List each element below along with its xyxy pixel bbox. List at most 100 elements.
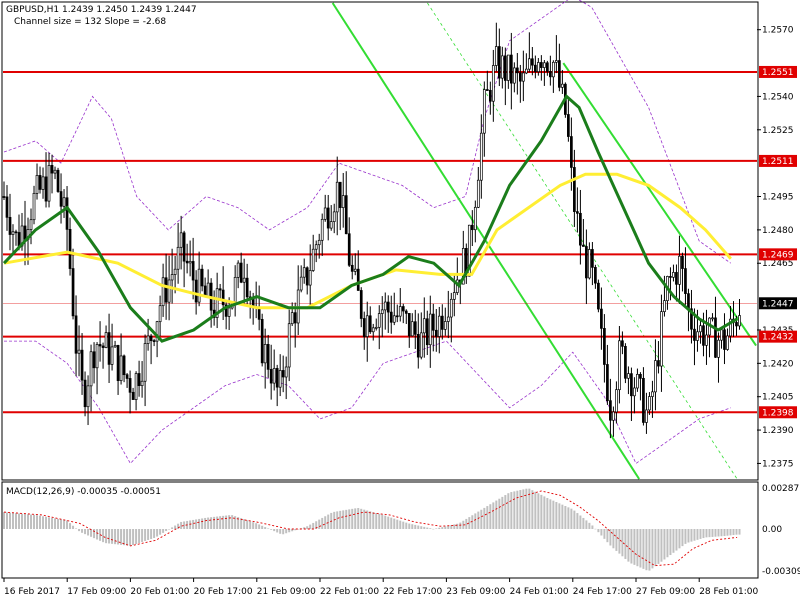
macd-histogram-bar bbox=[657, 529, 660, 564]
macd-histogram-bar bbox=[414, 524, 417, 529]
candle-body bbox=[678, 255, 681, 285]
macd-histogram-bar bbox=[96, 529, 99, 540]
macd-histogram-bar bbox=[63, 520, 66, 529]
macd-histogram-bar bbox=[177, 523, 180, 529]
macd-histogram-bar bbox=[111, 529, 114, 544]
candle-body bbox=[95, 344, 99, 369]
candle-body bbox=[110, 346, 114, 365]
candle-body bbox=[524, 68, 528, 74]
macd-histogram-bar bbox=[309, 524, 312, 529]
candle-body bbox=[233, 276, 237, 303]
macd-histogram-bar bbox=[630, 529, 633, 564]
candle-body bbox=[182, 232, 186, 262]
candle-body bbox=[582, 244, 585, 247]
macd-histogram-bar bbox=[66, 520, 69, 529]
macd-histogram-bar bbox=[312, 522, 315, 529]
candle-body bbox=[714, 317, 717, 358]
macd-histogram-bar bbox=[72, 525, 75, 529]
macd-histogram-bar bbox=[204, 517, 207, 529]
macd-histogram-bar bbox=[588, 522, 591, 529]
candle-body bbox=[176, 246, 180, 270]
candle-body bbox=[440, 315, 444, 330]
candle-body bbox=[368, 315, 372, 333]
macd-histogram-bar bbox=[624, 529, 627, 559]
macd-histogram-bar bbox=[51, 517, 54, 529]
candle-body bbox=[546, 62, 549, 72]
macd-histogram-bar bbox=[474, 513, 477, 529]
candle-body bbox=[711, 317, 714, 320]
macd-histogram-bar bbox=[465, 518, 468, 529]
candle-body bbox=[699, 325, 702, 333]
macd-histogram-bar bbox=[735, 529, 738, 535]
candle-body bbox=[338, 181, 342, 208]
candle-body bbox=[167, 279, 171, 303]
macd-histogram-bar bbox=[453, 524, 456, 529]
macd-histogram-bar bbox=[609, 529, 612, 546]
macd-histogram-bar bbox=[480, 509, 483, 529]
candle-body bbox=[335, 181, 339, 213]
candle-body bbox=[218, 288, 222, 291]
macd-histogram-bar bbox=[702, 529, 705, 539]
macd-histogram-bar bbox=[648, 529, 651, 571]
candle-body bbox=[485, 89, 489, 91]
macd-histogram-bar bbox=[438, 527, 441, 529]
level-label-1.2551: 1.2551 bbox=[762, 68, 794, 78]
macd-histogram-bar bbox=[534, 491, 537, 529]
macd-histogram-bar bbox=[375, 513, 378, 529]
macd-histogram-bar bbox=[522, 489, 525, 529]
macd-histogram-bar bbox=[552, 500, 555, 529]
macd-histogram-bar bbox=[477, 511, 480, 529]
macd-histogram-bar bbox=[93, 529, 96, 539]
macd-histogram-bar bbox=[327, 514, 330, 529]
macd-histogram-bar bbox=[543, 496, 546, 529]
candle-body bbox=[473, 206, 477, 231]
macd-histogram-bar bbox=[144, 529, 147, 541]
macd-histogram-bar bbox=[660, 529, 663, 562]
candle-body bbox=[618, 340, 621, 391]
macd-histogram-bar bbox=[441, 527, 444, 529]
macd-histogram-bar bbox=[708, 529, 711, 538]
macd-histogram-bar bbox=[288, 529, 291, 533]
macd-histogram-bar bbox=[537, 493, 540, 529]
macd-histogram-bar bbox=[510, 492, 513, 529]
macd-histogram-bar bbox=[549, 499, 552, 529]
candle-body bbox=[53, 169, 57, 174]
y-tick-label: 1.2375 bbox=[762, 459, 794, 469]
candle-body bbox=[170, 274, 174, 281]
y-tick-label: 1.2405 bbox=[762, 393, 794, 403]
candle-body bbox=[612, 411, 615, 421]
macd-histogram-bar bbox=[159, 529, 162, 535]
macd-histogram-bar bbox=[432, 528, 435, 530]
candle-body bbox=[488, 89, 492, 102]
candle-body bbox=[434, 329, 438, 337]
price-chart[interactable]: 1.25701.25401.25251.24951.24801.24651.24… bbox=[0, 0, 800, 600]
candle-body bbox=[83, 379, 87, 408]
macd-histogram-bar bbox=[372, 512, 375, 529]
candle-body bbox=[29, 219, 33, 230]
candle-body bbox=[636, 374, 639, 389]
candle-body bbox=[573, 167, 576, 212]
candle-body bbox=[260, 318, 264, 364]
candle-body bbox=[416, 334, 420, 358]
candle-body bbox=[645, 409, 648, 423]
macd-histogram-bar bbox=[639, 529, 642, 568]
macd-histogram-bar bbox=[636, 529, 639, 567]
candle-body bbox=[128, 378, 132, 393]
macd-histogram-bar bbox=[732, 529, 735, 536]
candle-body bbox=[476, 179, 480, 208]
candle-body bbox=[570, 136, 573, 168]
candle-body bbox=[386, 301, 390, 313]
macd-histogram-bar bbox=[369, 511, 372, 529]
candle-body bbox=[687, 293, 690, 310]
macd-histogram-bar bbox=[597, 529, 600, 533]
candle-body bbox=[23, 225, 27, 240]
candle-body bbox=[293, 312, 297, 324]
x-tick-label: 16 Feb 2017 bbox=[4, 587, 60, 597]
macd-histogram-bar bbox=[561, 504, 564, 529]
candle-body bbox=[537, 62, 540, 73]
x-tick-label: 27 Feb 09:00 bbox=[636, 587, 695, 597]
candle-body bbox=[624, 345, 627, 379]
macd-histogram-bar bbox=[336, 511, 339, 529]
candle-body bbox=[17, 232, 21, 247]
macd-histogram-bar bbox=[405, 522, 408, 529]
